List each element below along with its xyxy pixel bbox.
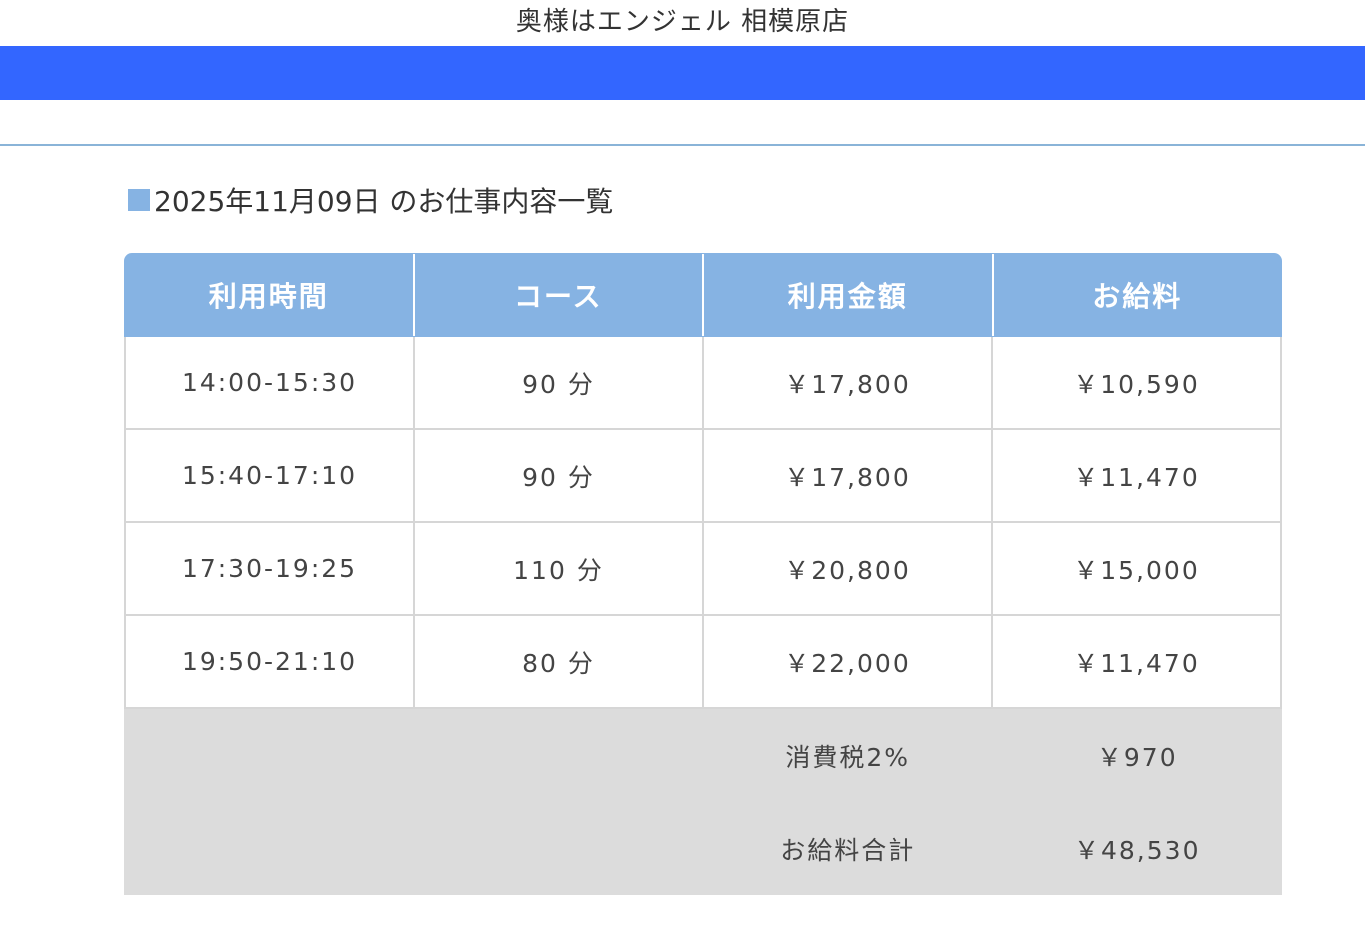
divider (0, 144, 1365, 146)
total-row: お給料合計 ￥48,530 (124, 802, 1282, 895)
header-amount: 利用金額 (704, 254, 994, 336)
cell-course: 90 分 (415, 337, 704, 428)
tax-label: 消費税2% (785, 742, 911, 772)
summary-empty (124, 709, 414, 802)
cell-pay: ￥11,470 (1073, 462, 1200, 492)
cell-course: 90 分 (415, 430, 704, 521)
square-icon (128, 189, 150, 211)
summary-empty (414, 709, 704, 802)
summary-empty (414, 802, 704, 895)
section-title-text: 2025年11月09日 のお仕事内容一覧 (154, 185, 614, 218)
work-table: 利用時間 コース 利用金額 お給料 14:00-15:30 90 分 ￥17,8… (124, 253, 1282, 895)
cell-time: 17:30-19:25 (126, 523, 415, 614)
cell-pay: ￥11,470 (1073, 648, 1200, 678)
cell-pay: ￥10,590 (1073, 369, 1200, 399)
header-pay: お給料 (1092, 280, 1183, 313)
summary-empty (124, 802, 414, 895)
tax-row: 消費税2% ￥970 (124, 709, 1282, 802)
header-time: 利用時間 (125, 254, 415, 336)
table-header-row: 利用時間 コース 利用金額 お給料 (124, 253, 1282, 337)
cell-course: 80 分 (415, 616, 704, 707)
table-row: 15:40-17:10 90 分 ￥17,800 ￥11,470 (124, 430, 1282, 523)
table-row: 19:50-21:10 80 分 ￥22,000 ￥11,470 (124, 616, 1282, 709)
cell-amount: ￥22,000 (704, 616, 993, 707)
cell-amount: ￥17,800 (704, 430, 993, 521)
total-value: ￥48,530 (1074, 835, 1201, 865)
cell-amount: ￥17,800 (704, 337, 993, 428)
table-row: 14:00-15:30 90 分 ￥17,800 ￥10,590 (124, 337, 1282, 430)
header-course: コース (415, 254, 704, 336)
header-bar (0, 46, 1365, 100)
store-title: 奥様はエンジェル 相模原店 (515, 7, 850, 37)
cell-pay: ￥15,000 (1073, 555, 1200, 585)
cell-time: 14:00-15:30 (126, 337, 415, 428)
cell-course: 110 分 (415, 523, 704, 614)
cell-time: 19:50-21:10 (126, 616, 415, 707)
cell-time: 15:40-17:10 (126, 430, 415, 521)
cell-amount: ￥20,800 (704, 523, 993, 614)
tax-value: ￥970 (1096, 742, 1178, 772)
table-row: 17:30-19:25 110 分 ￥20,800 ￥15,000 (124, 523, 1282, 616)
section-title: 2025年11月09日 のお仕事内容一覧 (128, 180, 613, 220)
total-label: お給料合計 (780, 835, 916, 865)
summary-block: 消費税2% ￥970 お給料合計 ￥48,530 (124, 709, 1282, 895)
